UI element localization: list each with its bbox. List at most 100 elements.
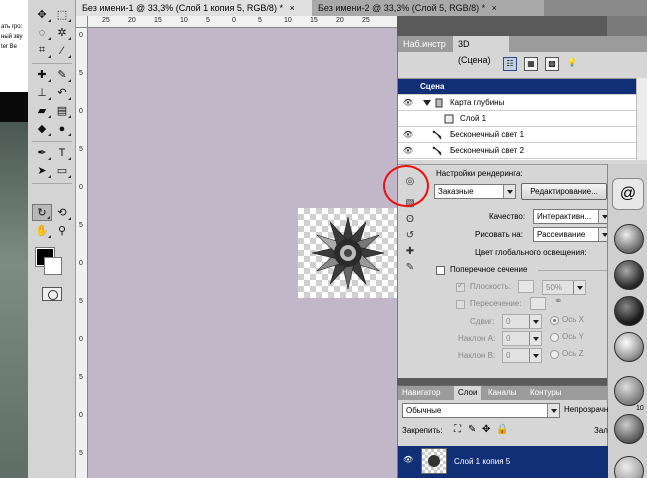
document-tab-bar: Без имени-1 @ 33,3% (Слой 1 копия 5, RGB… (76, 0, 647, 16)
background-window-text: ать гро: ный зву ter Be (0, 0, 28, 92)
blend-mode-select[interactable]: Обычные (402, 403, 560, 418)
chevron-down-icon (547, 404, 559, 417)
material-presets-panel (607, 164, 647, 478)
lock-all-icon[interactable]: 🔒 (496, 424, 508, 435)
intersection-color-swatch[interactable] (530, 297, 546, 310)
3d-flower-object[interactable] (298, 208, 397, 298)
dodge-tool-icon[interactable]: ● (52, 120, 72, 137)
hand-tool-icon[interactable]: ✋ (32, 222, 52, 239)
preset-sphere-metal[interactable] (614, 376, 644, 406)
scene-row-root[interactable]: Сцена (398, 79, 647, 95)
preset-sphere-gray[interactable] (614, 224, 644, 254)
layer-visibility-eye-icon[interactable]: 👁 (403, 455, 413, 464)
magic-wand-tool-icon[interactable]: ✲ (52, 24, 72, 41)
scene-row-infinite-light-1[interactable]: 👁 Бесконечный свет 1 (398, 127, 647, 143)
scene-row-depth-map[interactable]: 👁 Карта глубины (398, 95, 647, 111)
eyedropper-tool-icon[interactable]: ⁄ (52, 42, 72, 59)
preset-sphere-light[interactable] (614, 332, 644, 362)
brush-tool-icon[interactable]: ✎ (52, 66, 72, 83)
scene-filter-icon[interactable]: ☷ (503, 57, 517, 71)
eraser-tool-icon[interactable]: ▰ (32, 102, 52, 119)
scene-tree-scrollbar[interactable] (636, 78, 647, 160)
lasso-tool-icon[interactable]: ◌ (32, 24, 52, 41)
visibility-eye-icon[interactable]: 👁 (401, 127, 415, 143)
render-preset-select[interactable]: Заказные (434, 184, 516, 199)
tab-layers[interactable]: Слои (454, 386, 482, 400)
presets-at-icon[interactable]: @ (612, 178, 644, 210)
paint-on-select[interactable]: Рассеивание (533, 227, 611, 242)
visibility-eye-icon[interactable]: 👁 (401, 143, 415, 159)
intersection-checkbox[interactable] (456, 300, 465, 309)
preset-sphere-chrome[interactable] (614, 414, 644, 444)
blur-tool-icon[interactable]: ◆ (32, 120, 52, 137)
3d-rotate-tool-icon[interactable]: ↻ (32, 204, 52, 221)
flip-section-icon[interactable]: ⚭ (554, 296, 562, 307)
ruler-tick-label: 5 (206, 17, 210, 24)
axis-z-label: Ось Z (562, 349, 584, 358)
type-tool-icon[interactable]: T (52, 144, 72, 161)
close-icon[interactable]: × (289, 3, 294, 13)
preset-sphere-black[interactable] (614, 296, 644, 326)
ruler-tick-label: 0 (79, 260, 83, 267)
edit-render-settings-button[interactable]: Редактирование... (521, 183, 607, 200)
axis-x-radio[interactable] (550, 316, 559, 325)
drag-light-icon[interactable]: ✚ (402, 246, 418, 260)
quick-mask-icon[interactable] (42, 287, 62, 301)
zoom-tool-icon[interactable]: ⚲ (52, 222, 72, 239)
mesh-filter-icon[interactable]: ▦ (524, 57, 538, 71)
path-selection-tool-icon[interactable]: ➤ (32, 162, 52, 179)
axis-y-radio[interactable] (550, 333, 559, 342)
history-brush-tool-icon[interactable]: ↶ (52, 84, 72, 101)
lock-pixels-icon[interactable]: ✎ (468, 424, 476, 435)
scene-row-layer-1[interactable]: Слой 1 (398, 111, 647, 127)
background-text-line: ter Be (1, 44, 18, 50)
light-filter-icon[interactable]: 💡 (565, 57, 579, 71)
plane-opacity-select[interactable]: 50% (542, 280, 586, 295)
light-toggle-icon[interactable]: ✎ (402, 262, 418, 276)
tab-navigator[interactable]: Навигатор (398, 386, 444, 400)
tab-channels[interactable]: Каналы (484, 386, 520, 400)
tab-tool-presets[interactable]: Наб.инстр (398, 36, 453, 52)
tilt-a-input[interactable]: 0 (502, 331, 542, 346)
ruler-tick-label: 25 (102, 17, 110, 24)
layer-name[interactable]: Слой 1 копия 5 (454, 457, 510, 466)
cross-section-checkbox[interactable] (436, 266, 445, 275)
healing-brush-tool-icon[interactable]: ✚ (32, 66, 52, 83)
visibility-eye-icon[interactable]: 👁 (401, 95, 415, 111)
document-tab-1[interactable]: Без имени-1 @ 33,3% (Слой 1 копия 5, RGB… (76, 0, 312, 16)
rotate-light-icon[interactable]: ↺ (402, 230, 418, 244)
gradient-tool-icon[interactable]: ▤ (52, 102, 72, 119)
lock-label: Закрепить: (402, 426, 443, 435)
cross-section-label: Поперечное сечение (450, 265, 528, 274)
axis-z-radio[interactable] (550, 350, 559, 359)
preset-sphere-dark[interactable] (614, 260, 644, 290)
scene-row-infinite-light-2[interactable]: 👁 Бесконечный свет 2 (398, 143, 647, 159)
offset-label: Сдвиг: (470, 317, 495, 326)
preset-clock-icon[interactable] (614, 456, 644, 478)
pen-tool-icon[interactable]: ✒ (32, 144, 52, 161)
material-filter-icon[interactable]: ▩ (545, 57, 559, 71)
plane-checkbox[interactable] (456, 281, 465, 292)
move-tool-icon[interactable]: ✥ (32, 6, 52, 23)
layer-row[interactable]: 👁 Слой 1 копия 5 (398, 446, 608, 478)
lock-transparency-icon[interactable]: ⛶ (454, 424, 461, 435)
document-tab-2[interactable]: Без имени-2 @ 33,3% (Слой 5, RGB/8) * × (312, 0, 544, 16)
3d-orbit-tool-icon[interactable]: ⟲ (52, 204, 72, 221)
marquee-tool-icon[interactable]: ⬚ (52, 6, 72, 23)
tab-3d-scene[interactable]: 3D (Сцена) (453, 36, 509, 65)
crop-tool-icon[interactable]: ⌗ (32, 42, 52, 59)
quality-select[interactable]: Интерактивн... (533, 209, 611, 224)
offset-input[interactable]: 0 (502, 314, 542, 329)
tilt-b-input[interactable]: 0 (502, 348, 542, 363)
plane-color-swatch[interactable] (518, 280, 534, 293)
expand-triangle-icon[interactable] (422, 98, 432, 108)
lock-position-icon[interactable]: ✥ (482, 424, 490, 435)
opacity-value-partial[interactable]: 10 (636, 405, 644, 412)
shape-tool-icon[interactable]: ▭ (52, 162, 72, 179)
background-color-swatch[interactable] (44, 257, 62, 275)
ruler-tick-label: 15 (310, 17, 318, 24)
close-icon[interactable]: × (492, 3, 497, 13)
tab-paths[interactable]: Контуры (526, 386, 565, 400)
clone-stamp-tool-icon[interactable]: ⊥ (32, 84, 52, 101)
lights-through-icon[interactable]: ʘ (402, 214, 418, 228)
